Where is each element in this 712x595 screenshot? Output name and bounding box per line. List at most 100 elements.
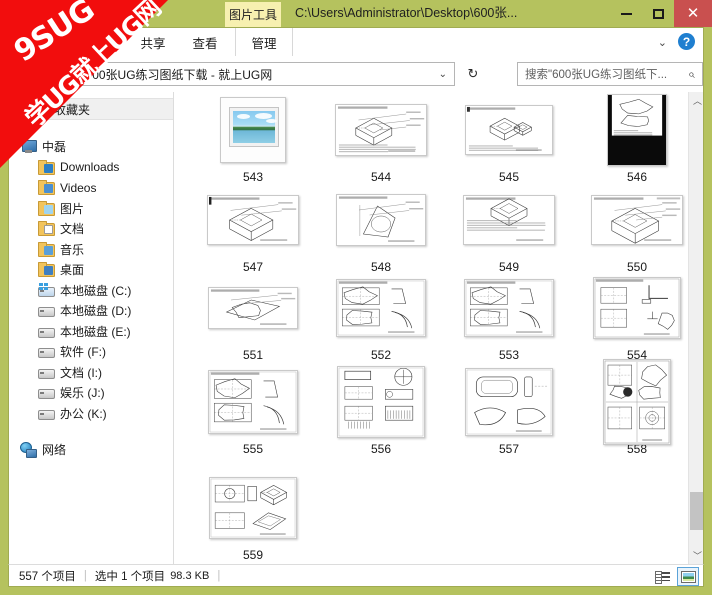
sidebar-item-14[interactable]: 网络 bbox=[19, 439, 66, 460]
file-tile[interactable]: 553 bbox=[445, 270, 573, 362]
large-icons-view-button[interactable] bbox=[677, 567, 699, 586]
sidebar-item-6[interactable]: 桌面 bbox=[37, 259, 84, 280]
file-tile[interactable]: 543 bbox=[189, 92, 317, 184]
file-thumbnail bbox=[317, 92, 445, 168]
file-name-label: 555 bbox=[242, 442, 264, 456]
navigate-up-button[interactable]: ↑ bbox=[21, 63, 43, 85]
file-tile[interactable]: 545 bbox=[445, 92, 573, 184]
address-input[interactable]: ▸ 600张UG练习图纸下载 - 就上UG网 ⌄ bbox=[51, 62, 455, 86]
refresh-button[interactable]: ↻ bbox=[461, 62, 485, 86]
music-folder-icon bbox=[37, 241, 55, 257]
favorites-header[interactable]: 收藏夹 bbox=[45, 98, 173, 120]
file-tile[interactable]: 558 bbox=[573, 359, 688, 456]
file-tile[interactable]: 551 bbox=[189, 270, 317, 362]
drawing-thumbnail-image bbox=[593, 277, 681, 339]
item-count-label: 557 个项目 bbox=[19, 570, 76, 583]
sidebar-item-10[interactable]: 软件 (F:) bbox=[37, 341, 106, 362]
tab-share[interactable]: 共享 bbox=[127, 28, 179, 56]
file-tile[interactable]: 546 bbox=[573, 92, 688, 184]
drawing-thumbnail-image bbox=[335, 104, 427, 156]
sidebar-item-11[interactable]: 文档 (I:) bbox=[37, 362, 102, 383]
help-button[interactable]: ? bbox=[678, 33, 695, 50]
sidebar-item-9[interactable]: 本地磁盘 (E:) bbox=[37, 321, 131, 342]
file-name-label: 557 bbox=[498, 442, 520, 456]
drive-icon bbox=[37, 406, 55, 421]
drive-icon bbox=[37, 324, 55, 339]
tab-manage[interactable]: 管理 bbox=[235, 28, 293, 56]
file-tile[interactable]: 550 bbox=[573, 182, 688, 274]
folder-badge-icon bbox=[44, 225, 53, 234]
file-tile[interactable]: 548 bbox=[317, 182, 445, 274]
file-thumbnail bbox=[573, 270, 688, 346]
folder-badge-icon bbox=[44, 184, 53, 193]
file-tile[interactable]: 547 bbox=[189, 182, 317, 274]
sidebar-item-2[interactable]: Videos bbox=[37, 177, 96, 198]
sidebar-item-7[interactable]: 本地磁盘 (C:) bbox=[37, 280, 131, 301]
large-icons-view-icon bbox=[680, 570, 696, 583]
folder-badge-icon bbox=[44, 266, 53, 275]
sidebar-item-13[interactable]: 办公 (K:) bbox=[37, 403, 107, 424]
scrollbar-thumb[interactable] bbox=[690, 492, 703, 530]
file-tile[interactable]: 554 bbox=[573, 270, 688, 362]
sidebar-item-label: Videos bbox=[60, 180, 97, 195]
downloads-folder-icon bbox=[37, 159, 55, 175]
technical-drawing-graphic bbox=[338, 367, 424, 437]
status-bar: 557 个项目 | 选中 1 个项目 98.3 KB | bbox=[8, 564, 704, 587]
scroll-up-button[interactable]: ︿ bbox=[689, 92, 703, 109]
sidebar-item-label: 办公 (K:) bbox=[60, 406, 107, 421]
sidebar-item-label: 中磊 bbox=[42, 140, 67, 154]
file-tile[interactable]: 549 bbox=[445, 182, 573, 274]
ribbon-expand-button[interactable]: ⌄ bbox=[658, 28, 667, 56]
file-tile[interactable]: 556 bbox=[317, 364, 445, 456]
technical-drawing-graphic bbox=[466, 106, 552, 154]
tab-view[interactable]: 查看 bbox=[179, 28, 231, 56]
file-thumbnail bbox=[189, 92, 317, 168]
drawing-thumbnail-image bbox=[591, 195, 683, 245]
file-tile[interactable]: 544 bbox=[317, 92, 445, 184]
close-button[interactable]: ✕ bbox=[674, 0, 712, 27]
drive-icon bbox=[37, 385, 55, 400]
chevron-down-icon[interactable]: ⌄ bbox=[439, 69, 447, 80]
sidebar-item-12[interactable]: 娱乐 (J:) bbox=[37, 382, 105, 403]
file-tile[interactable]: 559 bbox=[189, 470, 317, 562]
scroll-down-button[interactable]: ﹀ bbox=[689, 547, 703, 564]
drawing-thumbnail-image bbox=[607, 94, 667, 166]
sidebar-item-0[interactable]: 中磊 bbox=[19, 136, 66, 157]
sidebar-item-8[interactable]: 本地磁盘 (D:) bbox=[37, 300, 131, 321]
sidebar-item-label: 音乐 bbox=[60, 242, 85, 257]
navigation-pane[interactable]: 收藏夹 中磊 Downloads Videos 图片 文档音乐桌面 本地磁盘 (C:) 本地… bbox=[9, 92, 174, 564]
tab-view-label: 查看 bbox=[192, 36, 218, 51]
sidebar-item-label: 本地磁盘 (D:) bbox=[60, 304, 132, 318]
file-tile[interactable]: 555 bbox=[189, 364, 317, 456]
technical-drawing-graphic bbox=[594, 278, 680, 338]
sidebar-item-1[interactable]: Downloads bbox=[37, 157, 119, 178]
technical-drawing-graphic bbox=[210, 478, 296, 538]
contextual-tab-picture-tools[interactable]: 图片工具 bbox=[225, 2, 281, 27]
file-tile[interactable]: 557 bbox=[445, 364, 573, 456]
file-name-label: 551 bbox=[242, 348, 264, 362]
explorer-body: 收藏夹 中磊 Downloads Videos 图片 文档音乐桌面 本地磁盘 (C:) 本地… bbox=[8, 92, 704, 564]
help-icon: ? bbox=[682, 34, 691, 49]
sidebar-item-3[interactable]: 图片 bbox=[37, 198, 84, 219]
details-view-button[interactable] bbox=[651, 567, 673, 586]
drawing-thumbnail-image bbox=[465, 105, 553, 155]
file-tile[interactable]: 552 bbox=[317, 270, 445, 362]
folder-badge-icon bbox=[44, 245, 53, 255]
drawing-thumbnail-image bbox=[464, 279, 554, 337]
sidebar-item-4[interactable]: 文档 bbox=[37, 218, 84, 239]
ribbon-inner: 共享 查看 管理 ⌄ ? bbox=[8, 27, 704, 56]
vertical-scrollbar[interactable]: ︿ ﹀ bbox=[688, 92, 703, 564]
file-list-view[interactable]: 543 544 545 546 547 548 549 550 551 552 553 554 555 5… bbox=[175, 92, 688, 564]
sidebar-item-label: 本地磁盘 (E:) bbox=[60, 324, 131, 339]
file-thumbnail bbox=[445, 182, 573, 258]
sidebar-item-5[interactable]: 音乐 bbox=[37, 239, 84, 260]
chevron-down-icon: ⌄ bbox=[657, 36, 667, 49]
sidebar-item-label: 软件 (F:) bbox=[60, 345, 106, 359]
minimize-button[interactable] bbox=[610, 0, 642, 27]
maximize-button[interactable] bbox=[642, 0, 674, 27]
folder-badge-icon bbox=[44, 204, 53, 214]
photo-thumbnail-image bbox=[220, 97, 286, 163]
file-explorer-window: 图片工具 C:\Users\Administrator\Desktop\600张… bbox=[0, 0, 712, 595]
drawing-thumbnail-image bbox=[209, 477, 297, 539]
search-input[interactable]: 搜索"600张UG练习图纸下... ⌕ bbox=[517, 62, 703, 86]
